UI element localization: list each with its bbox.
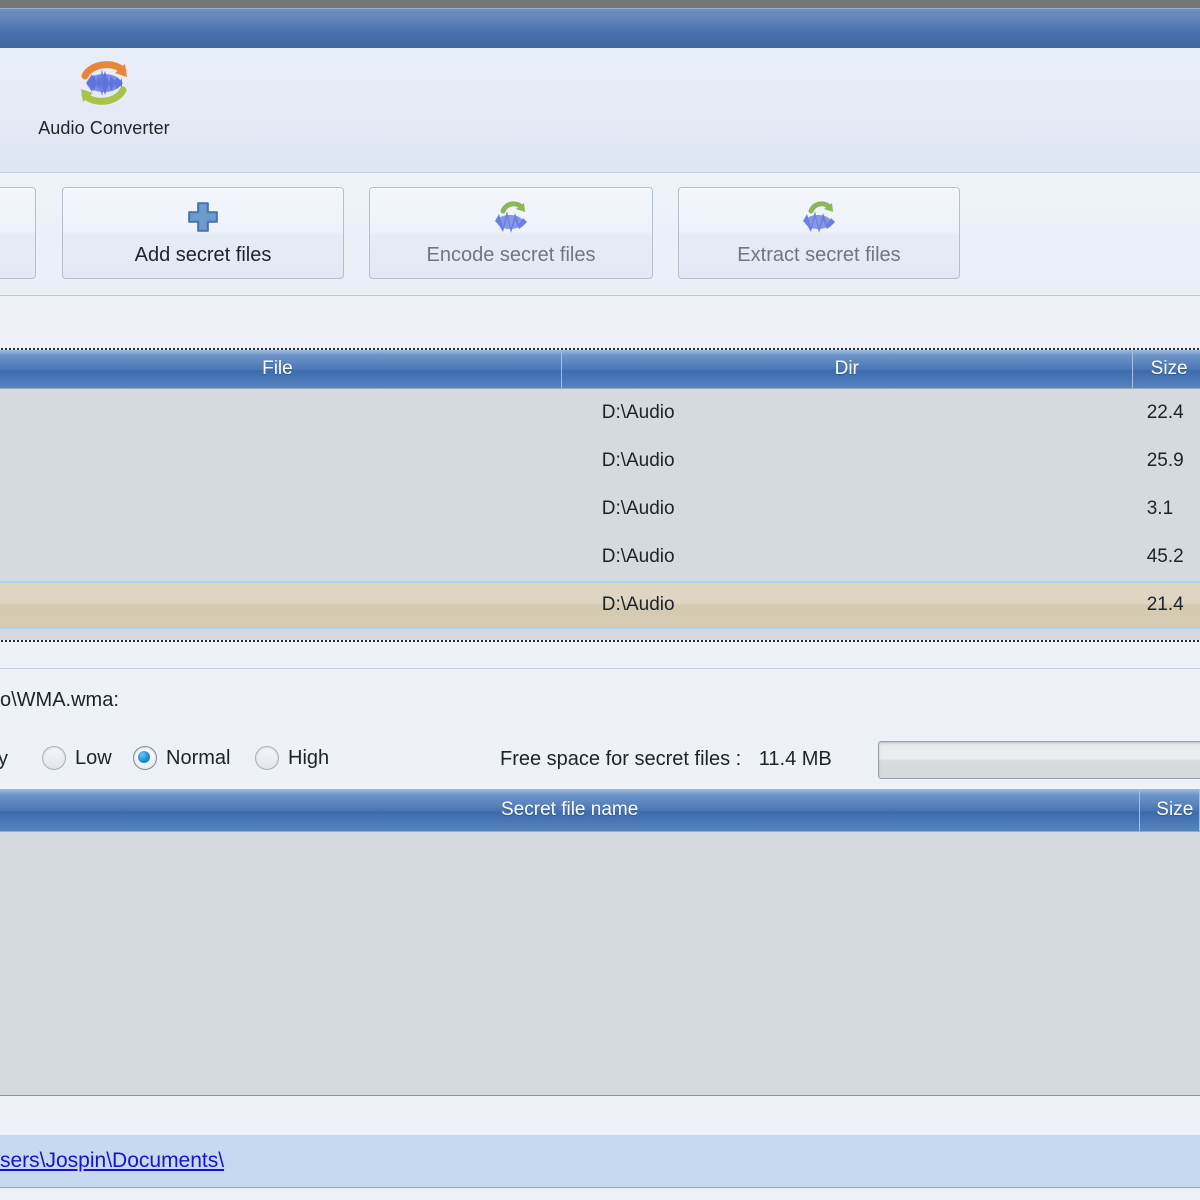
table-row[interactable]: D:\Audio 45.2 (0, 533, 1200, 581)
toolbar: Add secret files Encode secret files Ext… (0, 173, 1200, 296)
encode-secret-files-button[interactable]: Encode secret files (369, 187, 653, 279)
quality-radio-low[interactable]: Low (42, 746, 112, 770)
audio-wave-icon (491, 200, 531, 234)
encode-secret-files-label: Encode secret files (426, 243, 596, 266)
carrier-info-text: o\WMA.wma: (0, 688, 119, 711)
cell-dir: D:\Audio (601, 498, 675, 519)
titlebar-sheen (0, 8, 1200, 28)
radio-dot-normal (133, 746, 157, 770)
add-secret-files-button[interactable]: Add secret files (62, 187, 344, 279)
brand-block: Audio Converter (14, 54, 194, 139)
quality-radio-normal-label: Normal (166, 746, 231, 769)
free-space-value: 11.4 MB (758, 748, 832, 770)
audio-wave-icon (799, 200, 839, 234)
column-header-size[interactable]: Size (1133, 350, 1200, 388)
column-header-secret-file-name[interactable]: Secret file name (0, 789, 1141, 831)
column-header-file[interactable]: File (0, 350, 562, 388)
column-header-dir[interactable]: Dir (562, 350, 1133, 388)
cell-dir: D:\Audio (601, 402, 675, 423)
table-row[interactable]: D:\Audio 22.4 (0, 389, 1200, 437)
cell-size: 3.1 (1146, 498, 1174, 519)
secret-file-list[interactable]: Secret file name Size (0, 789, 1200, 1095)
desktop-strip (0, 0, 1200, 8)
table-row[interactable]: D:\Audio 25.9 (0, 437, 1200, 485)
status-gap (0, 1095, 1200, 1136)
secret-list-header: Secret file name Size (0, 789, 1200, 832)
carrier-info-strip: o\WMA.wma: (0, 668, 1200, 732)
window-titlebar[interactable] (0, 8, 1200, 48)
quality-radio-low-label: Low (75, 746, 112, 769)
cell-size: 22.4 (1146, 402, 1184, 423)
free-space-progress-bar (878, 741, 1200, 779)
output-folder-link[interactable]: sers\Jospin\Documents\ (0, 1149, 224, 1173)
carrier-rows-container: D:\Audio 22.4 D:\Audio 25.9 D:\Audio 3.1 D:\A… (0, 389, 1200, 629)
brand-label: Audio Converter (38, 118, 170, 138)
quality-radio-high[interactable]: High (255, 746, 329, 770)
table-row[interactable]: D:\Audio 3.1 (0, 485, 1200, 533)
radio-dot-high (255, 746, 279, 770)
application-window: Audio Converter Add secret files Encode … (0, 0, 1200, 1200)
cell-dir: D:\Audio (601, 450, 675, 471)
carrier-list-header: File Dir Size (0, 350, 1200, 389)
cell-dir: D:\Audio (601, 594, 675, 615)
quality-label: y (0, 748, 8, 770)
cut-secret-files-button[interactable] (0, 187, 36, 279)
secret-rows-container[interactable] (0, 832, 1200, 1095)
cell-dir: D:\Audio (601, 546, 675, 567)
column-header-secret-size[interactable]: Size (1140, 789, 1200, 831)
plus-icon (186, 200, 220, 234)
carrier-file-list[interactable]: File Dir Size D:\Audio 22.4 D:\Audio 25.9 D:… (0, 350, 1200, 640)
carrier-list-region: File Dir Size D:\Audio 22.4 D:\Audio 25.9 D:… (0, 296, 1200, 648)
radio-dot-low (42, 746, 66, 770)
quality-radio-normal[interactable]: Normal (133, 746, 230, 770)
extract-secret-files-button[interactable]: Extract secret files (678, 187, 960, 279)
add-secret-files-label: Add secret files (134, 243, 272, 266)
window-bottom-edge (0, 1187, 1200, 1200)
brand-bar: Audio Converter (0, 48, 1200, 173)
audio-converter-icon (75, 54, 133, 112)
cell-size: 21.4 (1146, 594, 1184, 615)
cell-size: 25.9 (1146, 450, 1184, 471)
extract-secret-files-label: Extract secret files (737, 243, 901, 266)
cell-size: 45.2 (1146, 546, 1184, 567)
free-space-label: Free space for secret files : (500, 748, 742, 770)
status-bar: sers\Jospin\Documents\ (0, 1135, 1200, 1187)
free-space-info: Free space for secret files : 11.4 MB (500, 748, 832, 771)
quality-radio-high-label: High (288, 746, 330, 769)
table-row[interactable]: D:\Audio 21.4 (0, 581, 1200, 629)
